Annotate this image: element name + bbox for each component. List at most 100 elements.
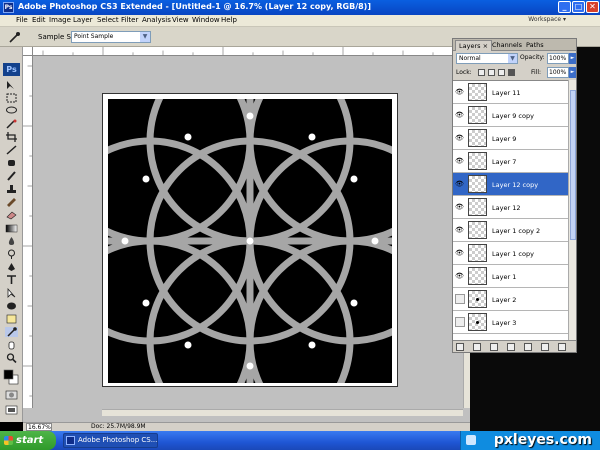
layer-row[interactable]: Layer 2 <box>453 288 568 311</box>
eye-icon[interactable]: 👁 <box>455 157 465 165</box>
menu-layer[interactable]: Layer <box>73 16 93 24</box>
layer-row[interactable]: 👁 Layer 1 <box>453 265 568 288</box>
photoshop-icon <box>66 436 75 445</box>
shape-tool-icon[interactable] <box>5 301 18 311</box>
sample-size-select[interactable]: Point Sample ▼ <box>71 31 151 43</box>
tray-icon[interactable] <box>466 435 476 445</box>
lock-transparency-icon[interactable] <box>478 69 485 76</box>
document-canvas[interactable] <box>102 93 398 387</box>
magic-wand-icon[interactable] <box>5 119 18 129</box>
quick-mask-icon[interactable] <box>5 390 18 400</box>
pen-tool-icon[interactable] <box>5 262 18 272</box>
horizontal-scrollbar[interactable] <box>102 409 463 416</box>
lock-label: Lock: <box>456 69 472 76</box>
blend-mode-select[interactable]: Normal ▼ <box>456 53 518 64</box>
fill-input[interactable]: 100% <box>547 67 569 78</box>
layers-scrollbar[interactable] <box>568 80 576 340</box>
eye-icon[interactable]: 👁 <box>455 226 465 234</box>
dodge-tool-icon[interactable] <box>5 249 18 259</box>
eraser-tool-icon[interactable] <box>5 210 18 220</box>
slice-tool-icon[interactable] <box>5 145 18 155</box>
eye-icon[interactable]: 👁 <box>455 134 465 142</box>
horizontal-ruler[interactable] <box>33 47 470 56</box>
start-button[interactable]: start <box>0 431 56 450</box>
tab-close-icon[interactable]: × <box>483 42 488 50</box>
crop-tool-icon[interactable] <box>5 132 18 142</box>
lock-all-icon[interactable] <box>508 69 515 76</box>
doc-size[interactable]: Doc: 25.7M/98.9M <box>91 423 146 431</box>
screen-mode-icon[interactable] <box>5 405 18 415</box>
layer-row[interactable]: 👁 Layer 1 copy 2 <box>453 219 568 242</box>
tab-channels[interactable]: Channels <box>489 40 525 51</box>
eye-icon[interactable]: 👁 <box>455 249 465 257</box>
ps-logo: Ps <box>3 63 20 76</box>
new-group-icon[interactable] <box>524 343 532 351</box>
menu-select[interactable]: Select <box>97 16 119 24</box>
lock-pixels-icon[interactable] <box>488 69 495 76</box>
clone-stamp-icon[interactable] <box>5 184 18 194</box>
menu-edit[interactable]: Edit <box>32 16 46 24</box>
notes-tool-icon[interactable] <box>5 314 18 324</box>
blur-tool-icon[interactable] <box>5 236 18 246</box>
menu-help[interactable]: Help <box>221 16 237 24</box>
zoom-field[interactable]: 16.67% <box>26 423 52 431</box>
color-swatches-icon[interactable] <box>3 369 19 385</box>
layer-style-icon[interactable] <box>473 343 481 351</box>
layer-mask-icon[interactable] <box>490 343 498 351</box>
path-selection-icon[interactable] <box>5 288 18 298</box>
menu-analysis[interactable]: Analysis <box>142 16 171 24</box>
healing-brush-icon[interactable] <box>5 158 18 168</box>
eye-icon[interactable]: 👁 <box>455 180 465 188</box>
eye-icon[interactable]: 👁 <box>455 88 465 96</box>
ruler-origin[interactable] <box>23 47 33 56</box>
history-brush-icon[interactable] <box>5 197 18 207</box>
hand-tool-icon[interactable] <box>5 340 18 350</box>
layer-thumbnail <box>468 83 487 101</box>
eyedropper-tool-icon[interactable] <box>5 327 18 337</box>
marquee-tool-icon[interactable] <box>5 93 18 103</box>
opacity-input[interactable]: 100% <box>547 53 569 64</box>
new-layer-icon[interactable] <box>541 343 549 351</box>
move-tool-icon[interactable] <box>5 80 18 90</box>
visibility-toggle-off[interactable] <box>455 294 465 304</box>
lock-position-icon[interactable] <box>498 69 505 76</box>
taskbar-item-photoshop[interactable]: Adobe Photoshop CS... <box>63 433 158 448</box>
layer-row[interactable]: 👁 Layer 9 <box>453 127 568 150</box>
eye-icon[interactable]: 👁 <box>455 272 465 280</box>
scrollbar-thumb[interactable] <box>570 90 576 240</box>
layer-row[interactable]: 👁 Layer 1 copy <box>453 242 568 265</box>
menu-view[interactable]: View <box>172 16 189 24</box>
visibility-toggle-off[interactable] <box>455 317 465 327</box>
link-layers-icon[interactable] <box>456 343 464 351</box>
eyedropper-icon[interactable] <box>8 31 22 43</box>
gradient-tool-icon[interactable] <box>5 223 18 233</box>
layer-row[interactable]: 👁 Layer 7 <box>453 150 568 173</box>
adjustment-layer-icon[interactable] <box>507 343 515 351</box>
menu-filter[interactable]: Filter <box>121 16 138 24</box>
type-tool-icon[interactable] <box>5 275 18 285</box>
close-button[interactable]: ✕ <box>586 1 599 13</box>
maximize-button[interactable]: □ <box>572 1 585 13</box>
trash-icon[interactable] <box>558 343 566 351</box>
zoom-tool-icon[interactable] <box>5 353 18 363</box>
eye-icon[interactable]: 👁 <box>455 111 465 119</box>
layer-row[interactable]: Layer 3 <box>453 311 568 334</box>
opacity-slider-arrow-icon[interactable]: ► <box>569 53 576 64</box>
tab-paths[interactable]: Paths <box>523 40 547 51</box>
tab-layers[interactable]: Layers × <box>455 40 493 51</box>
menu-file[interactable]: File <box>16 16 28 24</box>
lasso-tool-icon[interactable] <box>5 106 18 116</box>
layer-row[interactable]: 👁 Layer 11 <box>453 81 568 104</box>
eye-icon[interactable]: 👁 <box>455 203 465 211</box>
layer-thumbnail <box>468 129 487 147</box>
menu-window[interactable]: Window <box>192 16 220 24</box>
menu-image[interactable]: Image <box>49 16 71 24</box>
workspace-menu[interactable]: Workspace ▾ <box>528 16 566 23</box>
layer-row[interactable]: 👁 Layer 9 copy <box>453 104 568 127</box>
layer-row[interactable]: 👁 Layer 12 <box>453 196 568 219</box>
vertical-ruler[interactable] <box>23 56 33 408</box>
minimize-button[interactable]: _ <box>558 1 571 13</box>
layer-row-selected[interactable]: 👁 Layer 12 copy <box>453 173 568 196</box>
brush-tool-icon[interactable] <box>5 171 18 181</box>
fill-slider-arrow-icon[interactable]: ► <box>569 67 576 78</box>
